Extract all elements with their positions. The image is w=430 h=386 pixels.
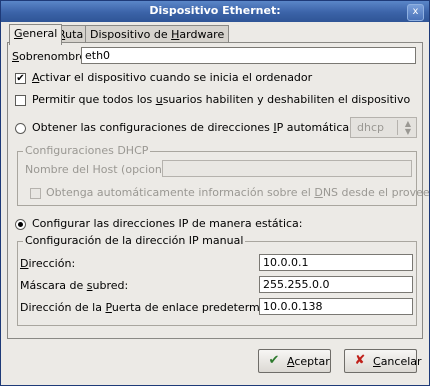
window-title: Dispositivo Ethernet: <box>149 4 281 17</box>
nickname-label: Sobrenombre: <box>12 50 90 63</box>
static-ip-label[interactable]: Configurar las direcciones IP de manera … <box>32 217 303 230</box>
dialog-window: Dispositivo Ethernet: x General Ruta Dis… <box>0 0 430 386</box>
tab-general[interactable]: General <box>9 24 63 45</box>
auto-ip-radio[interactable] <box>15 123 26 134</box>
address-label: Dirección: <box>20 257 76 270</box>
title-bar[interactable]: Dispositivo Ethernet: x <box>1 1 429 22</box>
close-button[interactable]: x <box>407 4 424 21</box>
netmask-label: Máscara de subred: <box>20 279 129 292</box>
ip-protocol-value: dhcp <box>357 121 384 134</box>
manual-ip-frame: Configuración de la dirección IP manual … <box>17 234 417 326</box>
address-input[interactable]: 10.0.0.1 <box>259 254 413 271</box>
nickname-input[interactable]: eth0 <box>81 47 416 64</box>
manual-ip-frame-title: Configuración de la dirección IP manual <box>23 234 246 247</box>
check-icon: ✔ <box>268 353 280 368</box>
gateway-label: Dirección de la Puerta de enlace predete… <box>20 301 294 314</box>
allow-users-label[interactable]: Permitir que todos los usuarios habilite… <box>32 93 410 106</box>
general-tab-panel: Sobrenombre: eth0 ✔ Activar el dispositi… <box>7 42 430 339</box>
updown-arrows-icon: ▲ ▼ <box>404 119 411 136</box>
netmask-input[interactable]: 255.255.0.0 <box>259 276 413 293</box>
dns-from-provider-label[interactable]: Obtenga automáticamente información sobr… <box>46 186 430 199</box>
dhcp-settings-frame: Configuraciones DHCP Nombre del Host (op… <box>17 144 430 206</box>
tab-hardware-device[interactable]: Dispositivo de Hardware <box>85 25 230 43</box>
dhcp-frame-title: Configuraciones DHCP <box>23 144 151 157</box>
ok-button-label: Aceptar <box>287 355 330 368</box>
dns-from-provider-checkbox[interactable] <box>30 188 41 199</box>
ok-button[interactable]: ✔ Aceptar <box>258 349 331 373</box>
allow-users-checkbox[interactable] <box>15 95 26 106</box>
activate-on-boot-checkbox[interactable]: ✔ <box>15 73 26 84</box>
cancel-button[interactable]: ✘ Cancelar <box>344 349 422 373</box>
hostname-input[interactable] <box>162 160 412 177</box>
activate-on-boot-label[interactable]: Activar el dispositivo cuando se inicia … <box>32 71 312 84</box>
hostname-label: Nombre del Host (opcional): <box>25 163 180 176</box>
combo-separator <box>397 120 398 135</box>
ip-protocol-select[interactable]: dhcp ▲ ▼ <box>350 117 417 138</box>
cancel-icon: ✘ <box>354 353 366 368</box>
cancel-button-label: Cancelar <box>373 355 422 368</box>
static-ip-radio[interactable] <box>15 219 26 230</box>
gateway-input[interactable]: 10.0.0.138 <box>259 298 413 315</box>
